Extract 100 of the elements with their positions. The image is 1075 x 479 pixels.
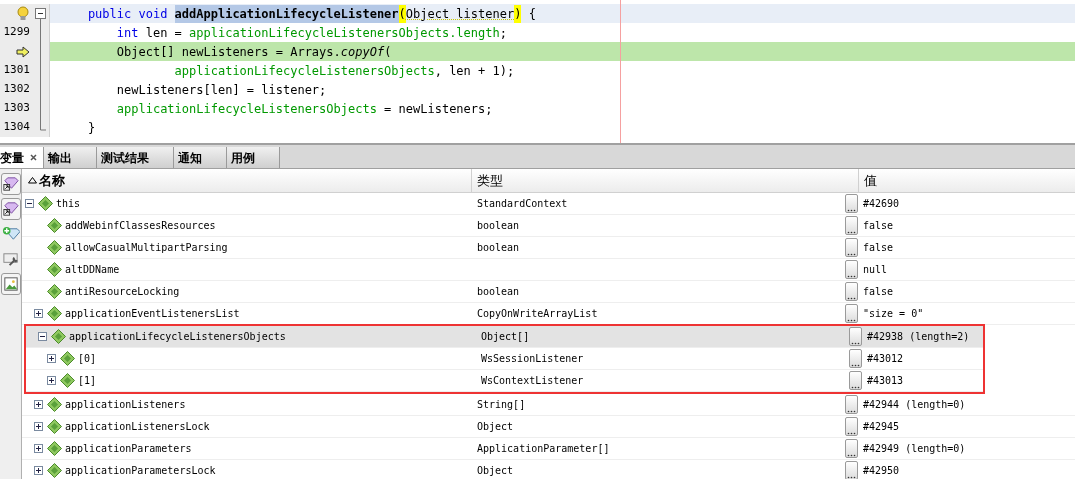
variable-row[interactable]: this StandardContext #42690 — [22, 193, 1075, 215]
ellipsis-button[interactable] — [845, 395, 858, 414]
variable-name: [0] — [78, 352, 97, 366]
ellipsis-icon — [851, 386, 860, 389]
variable-row[interactable]: addWebinfClassesResources boolean false — [22, 215, 1075, 237]
close-icon[interactable] — [30, 154, 37, 161]
variable-type: WsContextListener — [481, 375, 584, 386]
diamond-icon — [47, 306, 62, 321]
variable-value: #42944 (length=0) — [863, 398, 966, 412]
variable-type: StandardContext — [477, 198, 568, 209]
variable-name: applicationListenersLock — [65, 420, 210, 434]
code-line: int len = applicationLifecycleListenersObjects.length; — [115, 24, 508, 42]
variable-type: boolean — [477, 220, 520, 231]
variable-type: boolean — [477, 286, 520, 297]
expand-icon[interactable] — [34, 466, 43, 475]
variable-type: Object — [477, 421, 514, 432]
arrow-icon — [16, 45, 30, 58]
ellipsis-button[interactable] — [845, 238, 858, 257]
ellipsis-button[interactable] — [849, 327, 862, 346]
lightbulb-icon[interactable] — [16, 6, 30, 21]
ellipsis-button[interactable] — [845, 304, 858, 323]
variable-value: #43012 — [867, 352, 904, 366]
variable-row[interactable]: applicationListenersLock Object #42945 — [22, 416, 1075, 438]
variable-row[interactable]: applicationLifecycleListenersObjects Object[] #42938 (length=2) — [26, 326, 983, 348]
sort-ascending-icon[interactable] — [28, 177, 37, 184]
variable-name: allowCasualMultipartParsing — [65, 241, 228, 255]
ellipsis-button[interactable] — [849, 349, 862, 368]
variable-row[interactable]: [1] WsContextListener #43013 — [26, 370, 983, 392]
line-number: 1303 — [3, 100, 30, 117]
collapse-icon[interactable] — [25, 199, 34, 208]
ellipsis-icon — [847, 275, 856, 278]
panel-tab[interactable]: 用例 — [227, 147, 280, 168]
variable-name: applicationParameters — [65, 442, 192, 456]
line-number: 1301 — [3, 62, 30, 79]
code-line: applicationLifecycleListenersObjects = newListeners; — [115, 100, 494, 118]
variable-name: [1] — [78, 374, 97, 388]
variable-row[interactable]: [0] WsSessionListener #43012 — [26, 348, 983, 370]
line-number: 1299 — [3, 24, 30, 41]
expand-icon[interactable] — [34, 400, 43, 409]
expand-icon[interactable] — [47, 376, 56, 385]
panel-tab[interactable]: 通知 — [174, 147, 227, 168]
diamond-icon — [47, 218, 62, 233]
ellipsis-button[interactable] — [845, 461, 858, 479]
ellipsis-button[interactable] — [849, 371, 862, 390]
variable-value: false — [863, 241, 894, 255]
variable-type: Object — [477, 465, 514, 476]
variable-value: #42690 — [863, 197, 900, 211]
expand-icon[interactable] — [34, 422, 43, 431]
ellipsis-button[interactable] — [845, 260, 858, 279]
expand-icon[interactable] — [47, 354, 56, 363]
panel-tab[interactable]: 测试结果 — [97, 147, 174, 168]
variable-name: this — [56, 197, 81, 211]
ellipsis-icon — [847, 410, 856, 413]
variable-type: CopyOnWriteArrayList — [477, 308, 598, 319]
variable-row[interactable]: altDDName null — [22, 259, 1075, 281]
code-line: applicationLifecycleListenersObjects, len + 1); — [173, 62, 516, 80]
diamond-icon — [60, 373, 75, 388]
ellipsis-icon — [847, 231, 856, 234]
ellipsis-icon — [851, 342, 860, 345]
ellipsis-button[interactable] — [845, 282, 858, 301]
variable-row[interactable]: applicationParameters ApplicationParameter[] #42949 (length=0) — [22, 438, 1075, 460]
variable-name: altDDName — [65, 263, 120, 277]
panel-tab[interactable]: 变量 — [0, 147, 44, 168]
ellipsis-button[interactable] — [845, 194, 858, 213]
collapse-icon[interactable] — [38, 332, 47, 341]
variable-name: applicationParametersLock — [65, 464, 216, 478]
column-header[interactable]: 名称 — [39, 170, 65, 191]
ellipsis-button[interactable] — [845, 439, 858, 458]
ellipsis-button[interactable] — [845, 417, 858, 436]
column-header[interactable]: 类型 — [477, 170, 503, 191]
variable-name: applicationListeners — [65, 398, 186, 412]
ellipsis-icon — [847, 454, 856, 457]
diamond-icon — [47, 262, 62, 277]
variable-type: boolean — [477, 242, 520, 253]
ellipsis-icon — [847, 209, 856, 212]
column-header[interactable]: 值 — [864, 170, 877, 191]
variable-name: applicationEventListenersList — [65, 307, 240, 321]
variable-value: #42950 — [863, 464, 900, 478]
ellipsis-icon — [847, 253, 856, 256]
ellipsis-icon — [851, 364, 860, 367]
variable-type: ApplicationParameter[] — [477, 443, 610, 454]
line-number: 1304 — [3, 119, 30, 136]
panel-tab[interactable]: 输出 — [44, 147, 97, 168]
code-line: } — [86, 119, 97, 137]
picture-icon[interactable] — [0, 273, 21, 295]
variable-row[interactable]: applicationEventListenersList CopyOnWriteArrayList "size = 0" — [22, 303, 1075, 325]
variable-row[interactable]: applicationListeners String[] #42944 (length=0) — [22, 394, 1075, 416]
diamond-icon — [47, 463, 62, 478]
ellipsis-icon — [847, 432, 856, 435]
variable-row[interactable]: allowCasualMultipartParsing boolean false — [22, 237, 1075, 259]
diamond-icon — [60, 351, 75, 366]
ellipsis-button[interactable] — [845, 216, 858, 235]
ellipsis-icon — [847, 476, 856, 479]
diamond-icon — [47, 419, 62, 434]
variable-row[interactable]: antiResourceLocking boolean false — [22, 281, 1075, 303]
variable-value: "size = 0" — [863, 307, 924, 321]
expand-icon[interactable] — [34, 444, 43, 453]
expand-icon[interactable] — [34, 309, 43, 318]
variable-type: Object[] — [481, 331, 530, 342]
variable-name: antiResourceLocking — [65, 285, 180, 299]
